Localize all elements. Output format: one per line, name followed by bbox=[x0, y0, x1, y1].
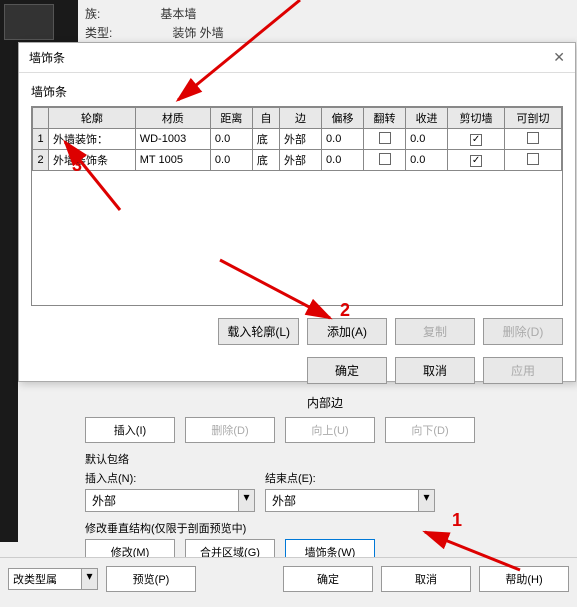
sweep-table[interactable]: 轮廓材质距离自边偏移翻转收进剪切墙可剖切 1外墙装饰：WD-10030.0底外部… bbox=[32, 107, 562, 171]
preview-button[interactable]: 预览(P) bbox=[106, 566, 196, 592]
checkbox[interactable] bbox=[527, 153, 539, 165]
type-attr-combo[interactable]: 改类型属 ▾ bbox=[8, 568, 98, 590]
sweep-dialog: 墙饰条 ✕ 墙饰条 轮廓材质距离自边偏移翻转收进剪切墙可剖切 1外墙装饰：WD-… bbox=[18, 42, 576, 382]
col-header[interactable]: 材质 bbox=[135, 108, 210, 129]
checkbox[interactable] bbox=[379, 153, 391, 165]
type-label: 类型: bbox=[85, 24, 112, 41]
insert-point-combo[interactable]: 外部 ▾ bbox=[85, 489, 255, 512]
insert-point-label: 插入点(N): bbox=[85, 470, 255, 486]
end-point-label: 结束点(E): bbox=[265, 470, 435, 486]
insert-button[interactable]: 插入(I) bbox=[85, 417, 175, 443]
down-button[interactable]: 向下(D) bbox=[385, 417, 475, 443]
family-value: 基本墙 bbox=[160, 5, 196, 22]
copy-button[interactable]: 复制 bbox=[395, 318, 475, 345]
type-value: 装饰 外墙 bbox=[172, 24, 223, 41]
col-header[interactable]: 自 bbox=[252, 108, 279, 129]
table-row[interactable]: 1外墙装饰：WD-10030.0底外部0.00.0 bbox=[33, 129, 562, 150]
end-point-combo[interactable]: 外部 ▾ bbox=[265, 489, 435, 512]
ok-button[interactable]: 确定 bbox=[307, 357, 387, 384]
bottom-ok-button[interactable]: 确定 bbox=[283, 566, 373, 592]
up-button[interactable]: 向上(U) bbox=[285, 417, 375, 443]
cancel-button[interactable]: 取消 bbox=[395, 357, 475, 384]
modify-vert-label: 修改垂直结构(仅限于剖面预览中) bbox=[85, 520, 565, 536]
col-header[interactable]: 边 bbox=[280, 108, 322, 129]
col-header[interactable]: 可剖切 bbox=[505, 108, 562, 129]
bottom-cancel-button[interactable]: 取消 bbox=[381, 566, 471, 592]
delete-button[interactable]: 删除(D) bbox=[483, 318, 563, 345]
checkbox[interactable] bbox=[470, 155, 482, 167]
checkbox[interactable] bbox=[379, 132, 391, 144]
chevron-down-icon[interactable]: ▾ bbox=[81, 569, 97, 589]
checkbox[interactable] bbox=[527, 132, 539, 144]
close-icon[interactable]: ✕ bbox=[553, 49, 565, 66]
family-label: 族: bbox=[85, 5, 100, 22]
chevron-down-icon[interactable]: ▾ bbox=[238, 490, 254, 511]
col-header[interactable] bbox=[33, 108, 49, 129]
load-profile-button[interactable]: 载入轮廓(L) bbox=[218, 318, 299, 345]
table-row[interactable]: 2外墙装饰条MT 10050.0底外部0.00.0 bbox=[33, 150, 562, 171]
col-header[interactable]: 轮廓 bbox=[49, 108, 136, 129]
dialog-title: 墙饰条 bbox=[29, 49, 65, 66]
col-header[interactable]: 剪切墙 bbox=[448, 108, 505, 129]
col-header[interactable]: 距离 bbox=[210, 108, 252, 129]
checkbox[interactable] bbox=[470, 134, 482, 146]
default-wrap-label: 默认包络 bbox=[85, 451, 565, 467]
col-header[interactable]: 收进 bbox=[406, 108, 448, 129]
section-label: 墙饰条 bbox=[31, 83, 563, 100]
add-button[interactable]: 添加(A) bbox=[307, 318, 387, 345]
col-header[interactable]: 偏移 bbox=[322, 108, 364, 129]
inner-edge-label: 内部边 bbox=[85, 394, 565, 411]
col-header[interactable]: 翻转 bbox=[364, 108, 406, 129]
delete-layer-button[interactable]: 删除(D) bbox=[185, 417, 275, 443]
bottom-help-button[interactable]: 帮助(H) bbox=[479, 566, 569, 592]
apply-button[interactable]: 应用 bbox=[483, 357, 563, 384]
chevron-down-icon[interactable]: ▾ bbox=[418, 490, 434, 511]
